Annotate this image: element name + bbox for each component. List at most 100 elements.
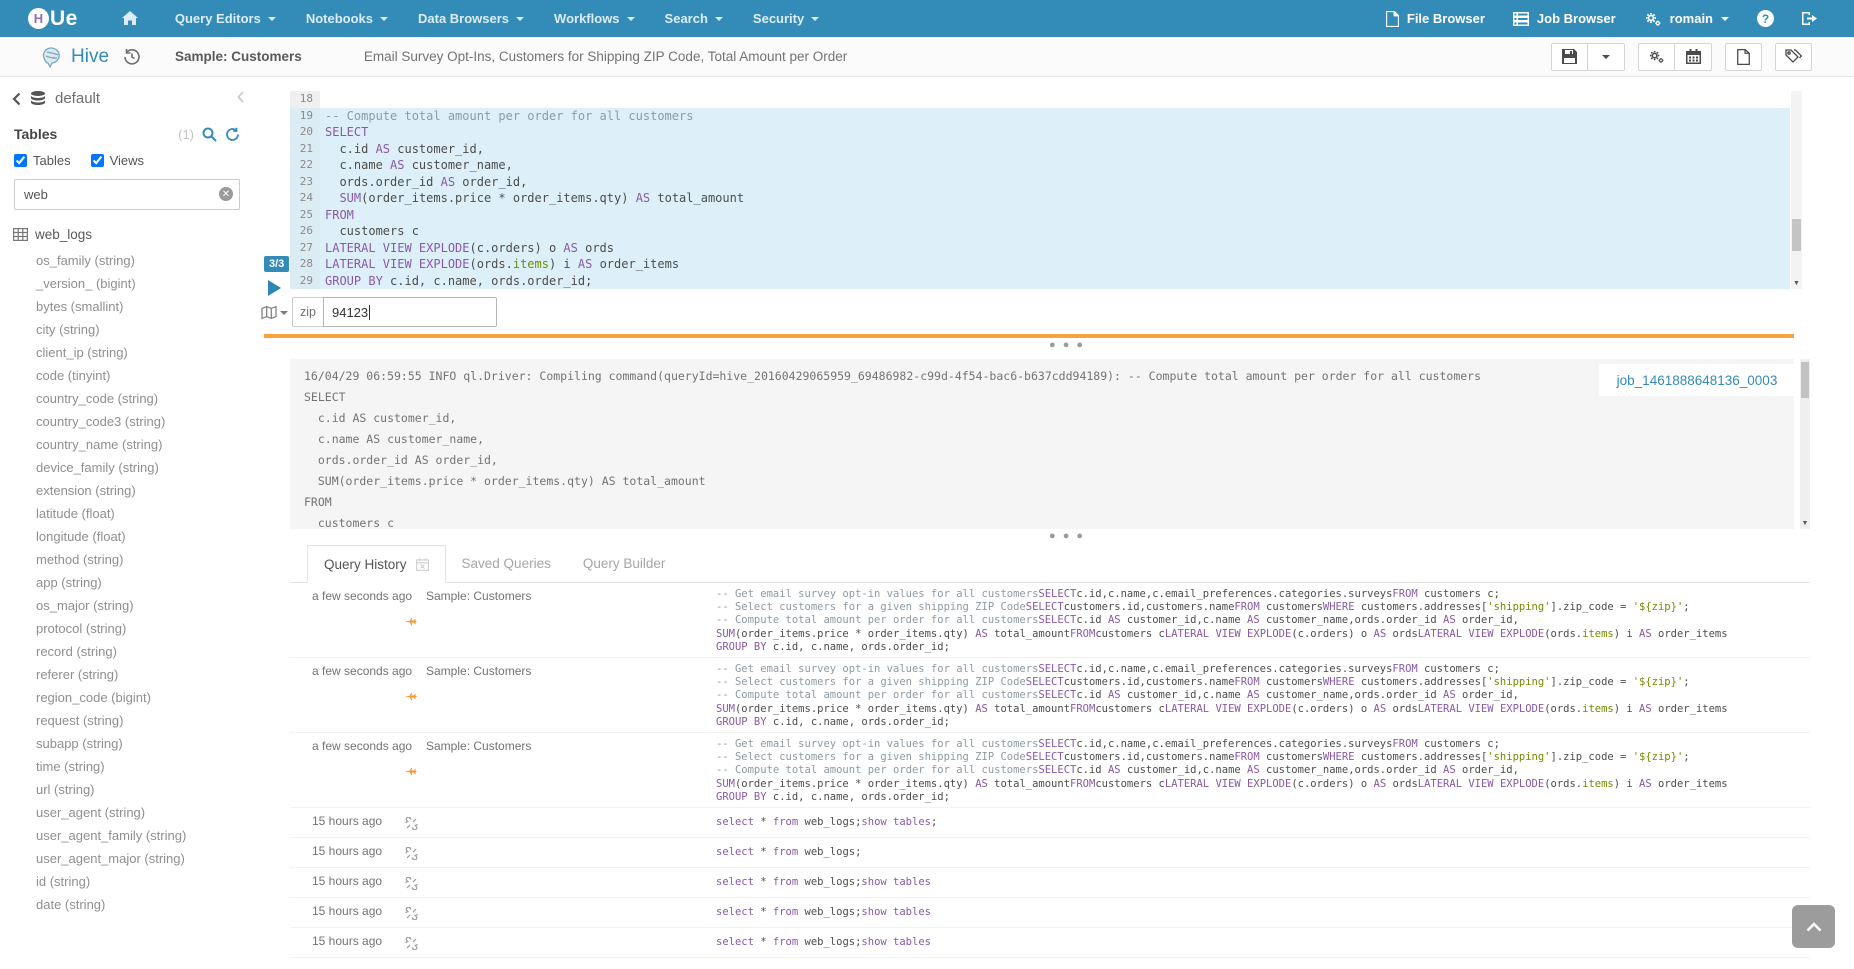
column-item[interactable]: request (string) (36, 709, 254, 732)
job-link[interactable]: job_1461888648136_0003 (1617, 373, 1778, 388)
scroll-to-top-button[interactable] (1792, 905, 1835, 948)
resize-handle[interactable]: ● ● ● (1049, 342, 1085, 348)
log-scrollbar-thumb[interactable] (1801, 362, 1809, 398)
job-browser-button[interactable]: Job Browser (1499, 0, 1630, 37)
scroll-down-icon[interactable]: ▼ (1800, 517, 1810, 529)
tables-checkbox-input[interactable] (14, 154, 27, 167)
calendar-x-icon[interactable] (416, 558, 429, 571)
table-item[interactable]: web_logs (13, 227, 254, 242)
column-item[interactable]: bytes (smallint) (36, 295, 254, 318)
database-name[interactable]: default (55, 90, 100, 107)
code-line[interactable]: 19-- Compute total amount per order for … (290, 108, 1790, 125)
column-item[interactable]: app (string) (36, 571, 254, 594)
code-line[interactable]: 18 (290, 91, 1790, 108)
code-line[interactable]: 21 c.id AS customer_id, (290, 141, 1790, 158)
code-line[interactable]: 20SELECT (290, 124, 1790, 141)
column-item[interactable]: os_family (string) (36, 249, 254, 272)
settings-button[interactable] (1638, 43, 1675, 71)
nav-menu-query-editors[interactable]: Query Editors (160, 0, 291, 37)
filter-tables-checkbox[interactable]: Tables (14, 153, 71, 168)
sidebar-collapse-icon[interactable] (237, 91, 244, 103)
history-row[interactable]: 15 hours agoselect * from web_logs;show … (290, 898, 1810, 928)
file-browser-button[interactable]: File Browser (1372, 0, 1499, 37)
nav-menu-notebooks[interactable]: Notebooks (291, 0, 403, 37)
user-menu[interactable]: romain (1630, 0, 1743, 37)
column-item[interactable]: country_code3 (string) (36, 410, 254, 433)
history-row[interactable]: 15 hours agoselect * from web_logs;show … (290, 928, 1810, 958)
chevron-left-icon[interactable] (12, 92, 21, 106)
column-item[interactable]: id (string) (36, 870, 254, 893)
column-item[interactable]: code (tinyint) (36, 364, 254, 387)
sql-editor[interactable]: 1819-- Compute total amount per order fo… (290, 91, 1790, 289)
tab-query-history[interactable]: Query History (307, 545, 446, 583)
hue-logo[interactable]: HUe (28, 7, 78, 31)
column-item[interactable]: user_agent (string) (36, 801, 254, 824)
resize-handle[interactable]: ● ● ● (1049, 533, 1085, 539)
history-row[interactable]: a few seconds agoSample: Customers-- Get… (290, 733, 1810, 808)
history-row[interactable]: a few seconds agoSample: Customers-- Get… (290, 658, 1810, 733)
code-line[interactable]: 26 customers c (290, 223, 1790, 240)
save-button[interactable] (1551, 43, 1588, 71)
column-item[interactable]: method (string) (36, 548, 254, 571)
nav-menu-data-browsers[interactable]: Data Browsers (403, 0, 539, 37)
column-item[interactable]: country_code (string) (36, 387, 254, 410)
history-row[interactable]: 15 hours agoselect * from web_logs;show … (290, 868, 1810, 898)
new-query-button[interactable] (1725, 43, 1762, 71)
code-line[interactable]: 24 SUM(order_items.price * order_items.q… (290, 190, 1790, 207)
nav-menu-workflows[interactable]: Workflows (539, 0, 650, 37)
filter-views-checkbox[interactable]: Views (91, 153, 144, 168)
code-line[interactable]: 29GROUP BY c.id, c.name, ords.order_id; (290, 273, 1790, 290)
log-scrollbar[interactable]: ▼ (1800, 359, 1810, 529)
execute-query-button[interactable] (268, 280, 281, 296)
tab-query-builder[interactable]: Query Builder (567, 545, 682, 582)
column-item[interactable]: user_agent_family (string) (36, 824, 254, 847)
search-icon[interactable] (202, 127, 217, 142)
code-line[interactable]: 22 c.name AS customer_name, (290, 157, 1790, 174)
column-item[interactable]: _version_ (bigint) (36, 272, 254, 295)
help-button[interactable]: ? (1743, 0, 1788, 37)
nav-menu-security[interactable]: Security (738, 0, 834, 37)
table-search-input[interactable] (14, 179, 240, 210)
column-item[interactable]: latitude (float) (36, 502, 254, 525)
column-item[interactable]: referer (string) (36, 663, 254, 686)
tab-saved-queries[interactable]: Saved Queries (446, 545, 567, 582)
history-row[interactable]: 15 hours agoselect * from web_logs;show … (290, 808, 1810, 838)
column-item[interactable]: user_agent_major (string) (36, 847, 254, 870)
clear-search-icon[interactable]: ✕ (219, 187, 233, 201)
history-row[interactable]: 15 hours agoselect * from web_logs; (290, 838, 1810, 868)
column-item[interactable]: url (string) (36, 778, 254, 801)
column-item[interactable]: extension (string) (36, 479, 254, 502)
column-item[interactable]: time (string) (36, 755, 254, 778)
column-item[interactable]: client_ip (string) (36, 341, 254, 364)
app-name[interactable]: Hive (71, 46, 109, 68)
column-item[interactable]: os_major (string) (36, 594, 254, 617)
column-item[interactable]: region_code (bigint) (36, 686, 254, 709)
editor-scrollbar[interactable]: ▼ (1791, 91, 1802, 289)
code-line[interactable]: 23 ords.order_id AS order_id, (290, 174, 1790, 191)
code-line[interactable]: 25FROM (290, 207, 1790, 224)
variables-map-button[interactable] (261, 305, 288, 320)
views-checkbox-input[interactable] (91, 154, 104, 167)
column-item[interactable]: subapp (string) (36, 732, 254, 755)
column-item[interactable]: record (string) (36, 640, 254, 663)
column-item[interactable]: device_family (string) (36, 456, 254, 479)
logout-button[interactable] (1788, 0, 1832, 37)
column-item[interactable]: city (string) (36, 318, 254, 341)
column-item[interactable]: date (string) (36, 893, 254, 916)
code-line[interactable]: 27LATERAL VIEW EXPLODE(c.orders) o AS or… (290, 240, 1790, 257)
editor-scrollbar-thumb[interactable] (1792, 219, 1801, 251)
variable-value-input[interactable]: 94123 (323, 297, 497, 327)
schedule-button[interactable] (1675, 43, 1712, 71)
tags-button[interactable] (1775, 43, 1812, 71)
column-item[interactable]: protocol (string) (36, 617, 254, 640)
column-item[interactable]: longitude (float) (36, 525, 254, 548)
column-item[interactable]: country_name (string) (36, 433, 254, 456)
history-row[interactable]: a few seconds agoSample: Customers-- Get… (290, 583, 1810, 658)
query-history-icon[interactable] (123, 48, 141, 66)
scroll-down-icon[interactable]: ▼ (1791, 277, 1802, 289)
refresh-icon[interactable] (225, 127, 240, 142)
save-dropdown-button[interactable] (1588, 43, 1625, 71)
code-line[interactable]: 28LATERAL VIEW EXPLODE(ords.items) i AS … (290, 256, 1790, 273)
home-button[interactable] (108, 0, 152, 37)
nav-menu-search[interactable]: Search (650, 0, 738, 37)
